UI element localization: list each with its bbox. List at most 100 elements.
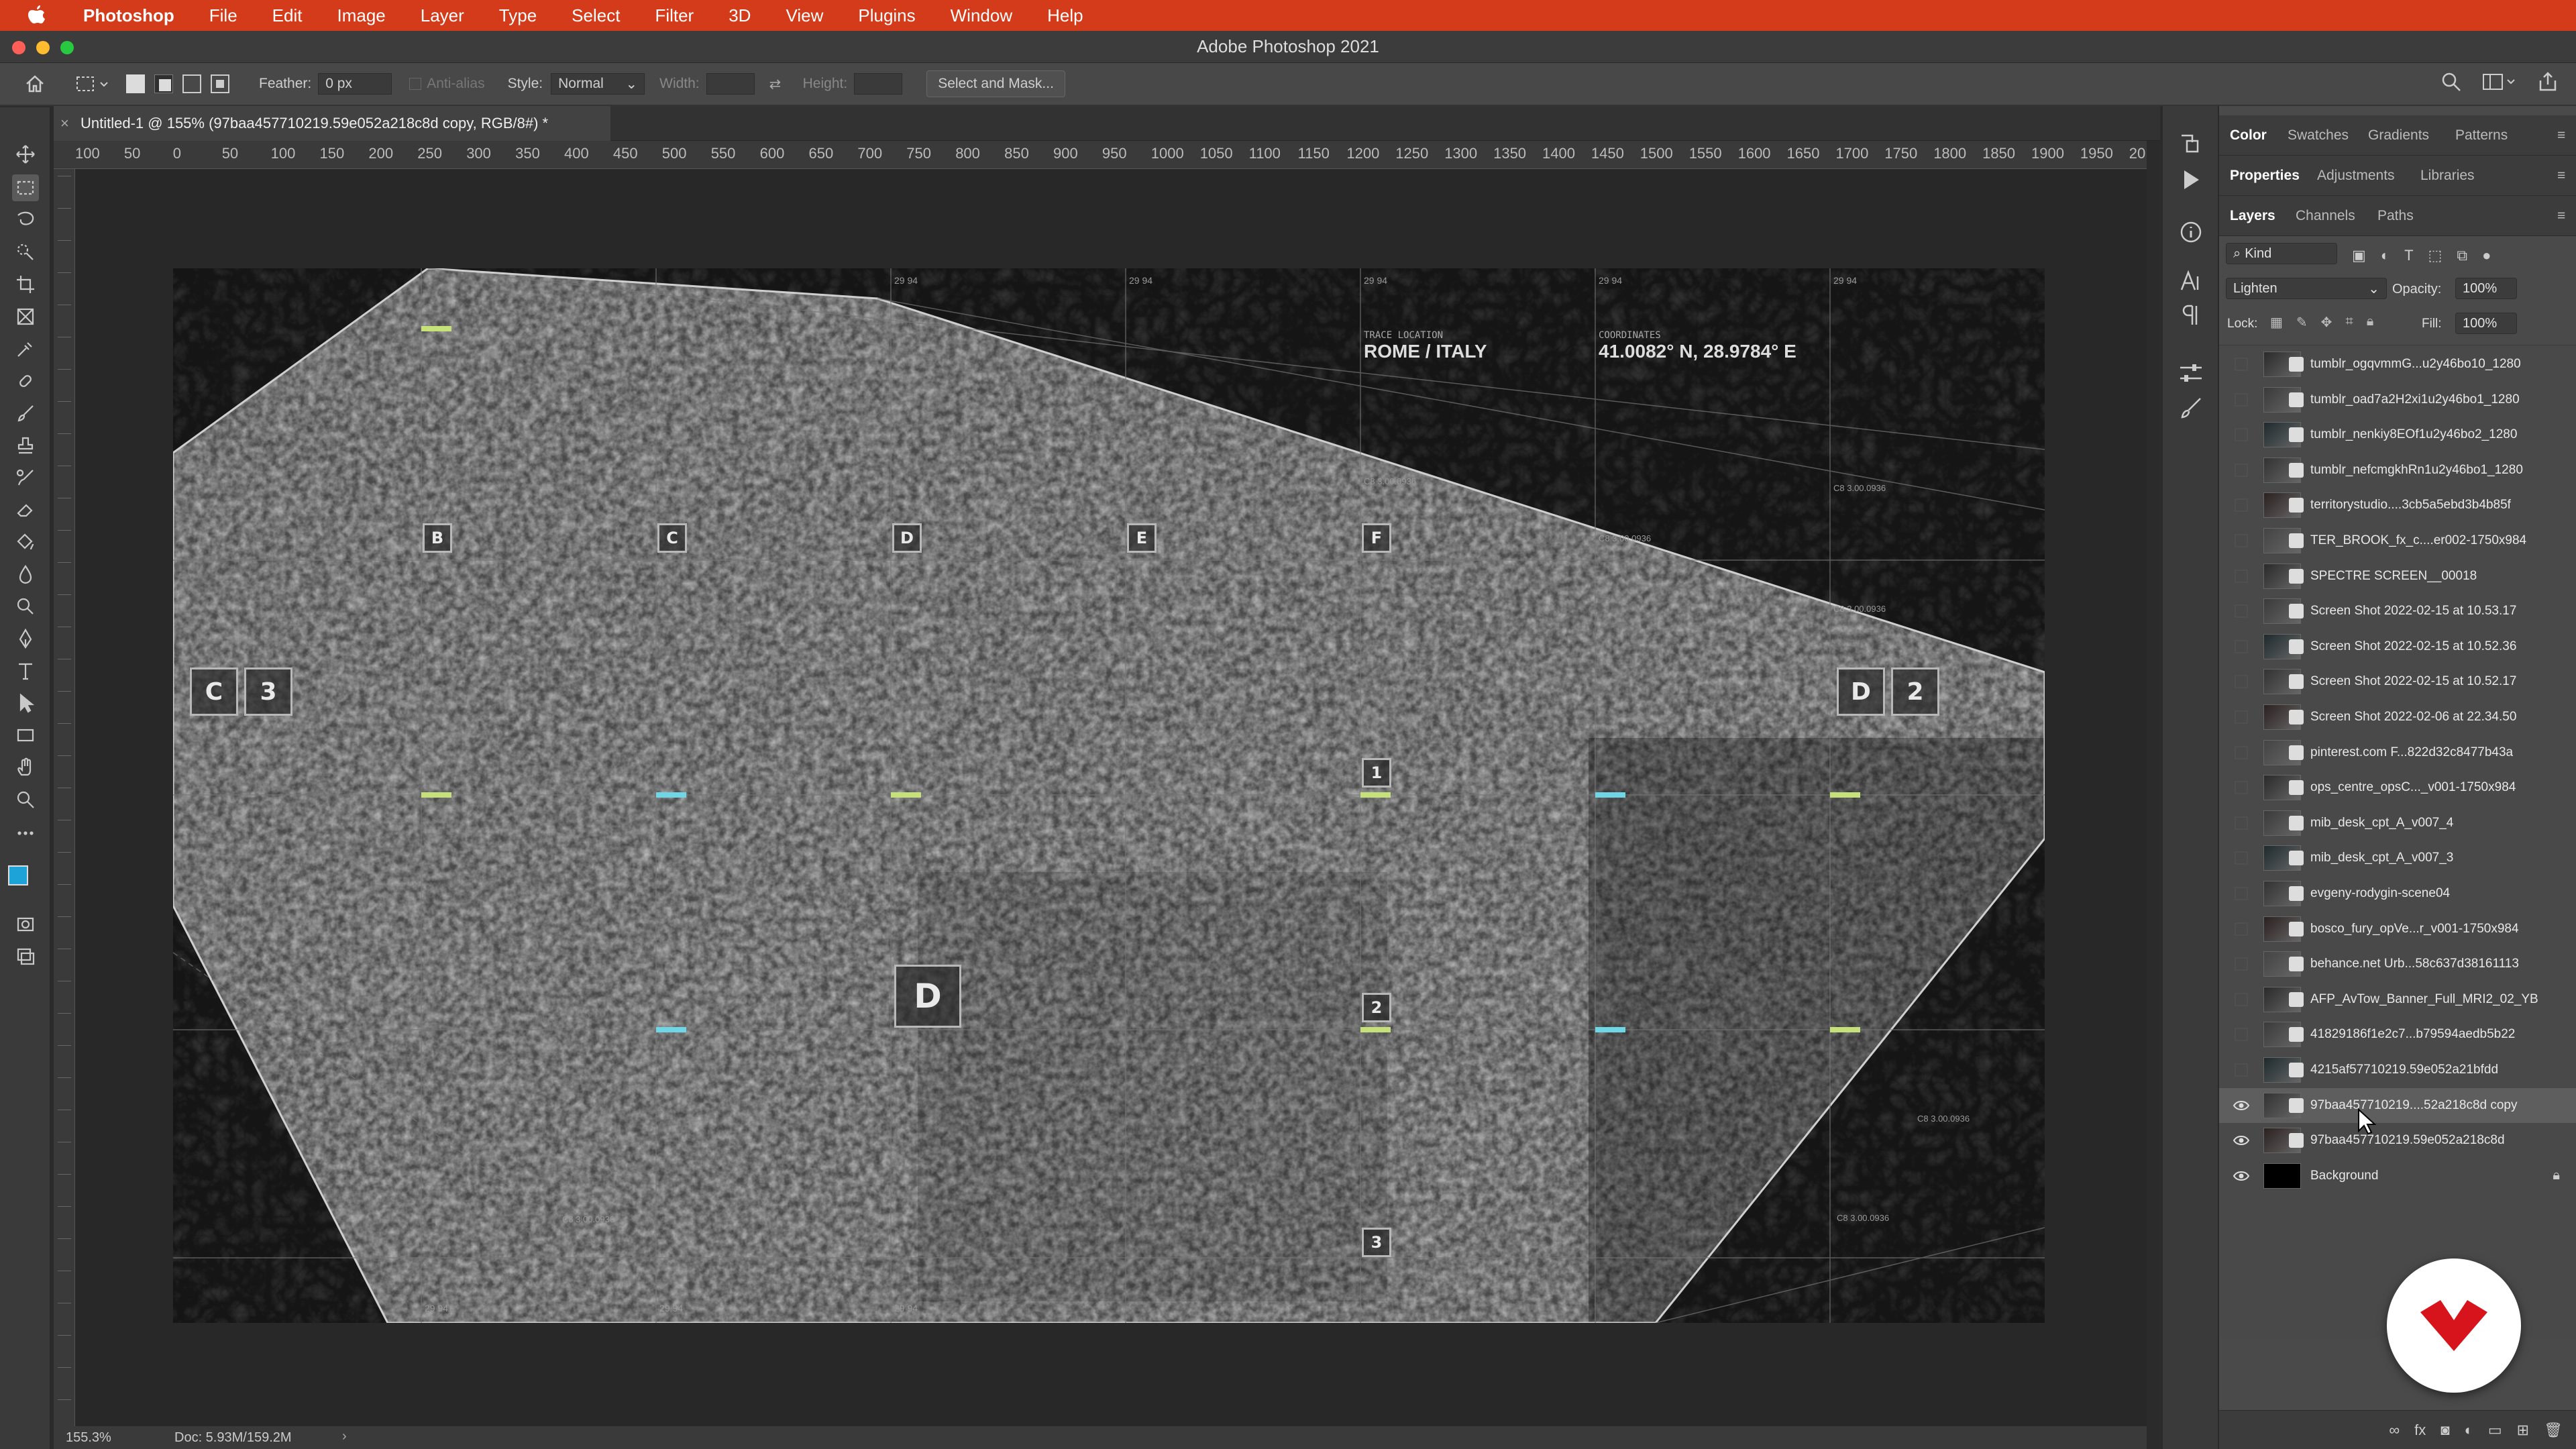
visibility-eye-icon[interactable] [2233, 673, 2250, 690]
lock-position-icon[interactable]: ✥ [2321, 314, 2332, 331]
width-input[interactable] [706, 73, 755, 95]
canvas-artwork[interactable]: TRACE LOCATION ROME / ITALY COORDINATES … [173, 268, 2045, 1323]
workspace-icon[interactable] [2482, 71, 2517, 93]
swap-icon[interactable]: ⇄ [769, 76, 790, 93]
hand-tool-icon[interactable] [12, 754, 39, 781]
type-tool-icon[interactable] [12, 657, 39, 684]
menu-image[interactable]: Image [319, 5, 402, 26]
tab-swatches[interactable]: Swatches [2288, 127, 2349, 144]
clone-stamp-tool-icon[interactable] [12, 432, 39, 459]
visibility-eye-icon[interactable] [2233, 356, 2250, 373]
image-filter-icon[interactable]: ▣ [2352, 247, 2366, 264]
layer-row[interactable]: bosco_fury_opVe...r_v001-1750x984 [2219, 912, 2576, 947]
visibility-eye-icon[interactable] [2233, 496, 2250, 514]
smart-object-filter-icon[interactable]: ⧉ [2457, 247, 2467, 264]
layer-row[interactable]: Screen Shot 2022-02-15 at 10.53.17 [2219, 594, 2576, 629]
layer-style-icon[interactable]: fx [2414, 1421, 2426, 1439]
visibility-eye-icon[interactable] [2233, 744, 2250, 761]
blur-tool-icon[interactable] [12, 561, 39, 588]
layer-row[interactable]: pinterest.com F...822d32c8477b43a [2219, 735, 2576, 770]
shape-filter-icon[interactable]: ⬚ [2428, 247, 2443, 264]
share-icon[interactable] [2537, 71, 2559, 93]
blend-mode-select[interactable]: Lighten ⌄ [2226, 278, 2387, 299]
visibility-eye-icon[interactable] [2233, 955, 2250, 973]
layer-row[interactable]: mib_desk_cpt_A_v007_4 [2219, 806, 2576, 841]
visibility-eye-icon[interactable] [2233, 779, 2250, 796]
tab-layers[interactable]: Layers [2230, 208, 2275, 224]
eyedropper-tool-icon[interactable] [12, 335, 39, 362]
character-icon[interactable] [2178, 268, 2204, 295]
layer-row[interactable]: territorystudio....3cb5a5ebd3b4b85f [2219, 488, 2576, 523]
layer-row[interactable]: 97baa457710219.59e052a218c8d [2219, 1123, 2576, 1158]
menu-layer[interactable]: Layer [403, 5, 482, 26]
menu-edit[interactable]: Edit [255, 5, 320, 26]
rectangle-tool-icon[interactable] [12, 722, 39, 749]
screen-mode-icon[interactable] [12, 943, 39, 970]
lock-all-icon[interactable]: 🔒︎ [2367, 314, 2374, 331]
delete-layer-icon[interactable]: 🗑︎ [2544, 1421, 2563, 1439]
info-icon[interactable] [2178, 219, 2204, 246]
layer-row[interactable]: Screen Shot 2022-02-06 at 22.34.50 [2219, 700, 2576, 735]
layer-row[interactable]: Screen Shot 2022-02-15 at 10.52.36 [2219, 629, 2576, 664]
history-icon[interactable] [2178, 131, 2204, 156]
add-selection-icon[interactable] [154, 74, 173, 93]
new-selection-icon[interactable] [126, 74, 145, 93]
tab-libraries[interactable]: Libraries [2420, 168, 2475, 184]
menu-app-name[interactable]: Photoshop [66, 5, 192, 26]
menu-plugins[interactable]: Plugins [841, 5, 932, 26]
brush-settings-icon[interactable] [2178, 394, 2204, 421]
menu-window[interactable]: Window [933, 5, 1030, 26]
style-select[interactable]: Normal ⌄ [551, 73, 645, 95]
tab-gradients[interactable]: Gradients [2368, 127, 2429, 144]
fill-input[interactable]: 100% [2455, 313, 2517, 334]
visibility-eye-icon[interactable] [2233, 1167, 2250, 1185]
lasso-tool-icon[interactable] [12, 207, 39, 233]
visibility-eye-icon[interactable] [2233, 920, 2250, 938]
tab-channels[interactable]: Channels [2296, 208, 2355, 224]
quick-selection-tool-icon[interactable] [12, 239, 39, 266]
panel-menu-icon[interactable]: ≡ [2557, 127, 2565, 144]
home-icon[interactable] [21, 70, 48, 97]
subtract-selection-icon[interactable] [182, 74, 201, 93]
visibility-eye-icon[interactable] [2233, 602, 2250, 620]
paragraph-icon[interactable] [2178, 302, 2204, 329]
menu-help[interactable]: Help [1030, 5, 1100, 26]
move-tool-icon[interactable] [12, 141, 39, 168]
frame-tool-icon[interactable] [12, 303, 39, 330]
visibility-eye-icon[interactable] [2233, 568, 2250, 585]
close-window-button[interactable] [12, 41, 25, 54]
minimize-window-button[interactable] [36, 41, 50, 54]
layer-row[interactable]: tumblr_oad7a2H2xi1u2y46bo1_1280 [2219, 382, 2576, 417]
history-brush-tool-icon[interactable] [12, 464, 39, 491]
visibility-eye-icon[interactable] [2233, 1061, 2250, 1079]
visibility-eye-icon[interactable] [2233, 991, 2250, 1008]
link-layers-icon[interactable]: ∞ [2389, 1421, 2400, 1439]
select-and-mask-button[interactable]: Select and Mask... [926, 70, 1065, 97]
menu-3d[interactable]: 3D [711, 5, 768, 26]
add-mask-icon[interactable]: ◙ [2440, 1421, 2449, 1439]
new-adjustment-icon[interactable]: ◐ [2465, 1421, 2473, 1439]
visibility-eye-icon[interactable] [2233, 462, 2250, 479]
zoom-tool-icon[interactable] [12, 786, 39, 813]
layer-row[interactable]: tumblr_nenkiy8EOf1u2y46bo2_1280 [2219, 417, 2576, 452]
pen-tool-icon[interactable] [12, 625, 39, 652]
tab-patterns[interactable]: Patterns [2455, 127, 2508, 144]
visibility-eye-icon[interactable] [2233, 814, 2250, 832]
visibility-eye-icon[interactable] [2233, 638, 2250, 655]
new-layer-icon[interactable]: ⊞ [2517, 1421, 2529, 1439]
more-tools-icon[interactable] [12, 820, 39, 847]
dodge-tool-icon[interactable] [12, 593, 39, 620]
type-filter-icon[interactable]: T [2404, 247, 2413, 264]
zoom-window-button[interactable] [60, 41, 74, 54]
marquee-preset-icon[interactable] [75, 70, 110, 97]
visibility-eye-icon[interactable] [2233, 885, 2250, 902]
adjustment-filter-icon[interactable]: ◐ [2381, 247, 2390, 264]
crop-tool-icon[interactable] [12, 271, 39, 298]
visibility-eye-icon[interactable] [2233, 1132, 2250, 1149]
apple-icon[interactable] [25, 4, 48, 27]
search-icon[interactable] [2440, 71, 2462, 93]
panel-menu-icon[interactable]: ≡ [2557, 168, 2565, 184]
layer-kind-filter[interactable]: ⌕ Kind [2226, 243, 2337, 264]
layer-row-background[interactable]: Background 🔒︎ [2219, 1159, 2576, 1193]
visibility-eye-icon[interactable] [2233, 426, 2250, 443]
